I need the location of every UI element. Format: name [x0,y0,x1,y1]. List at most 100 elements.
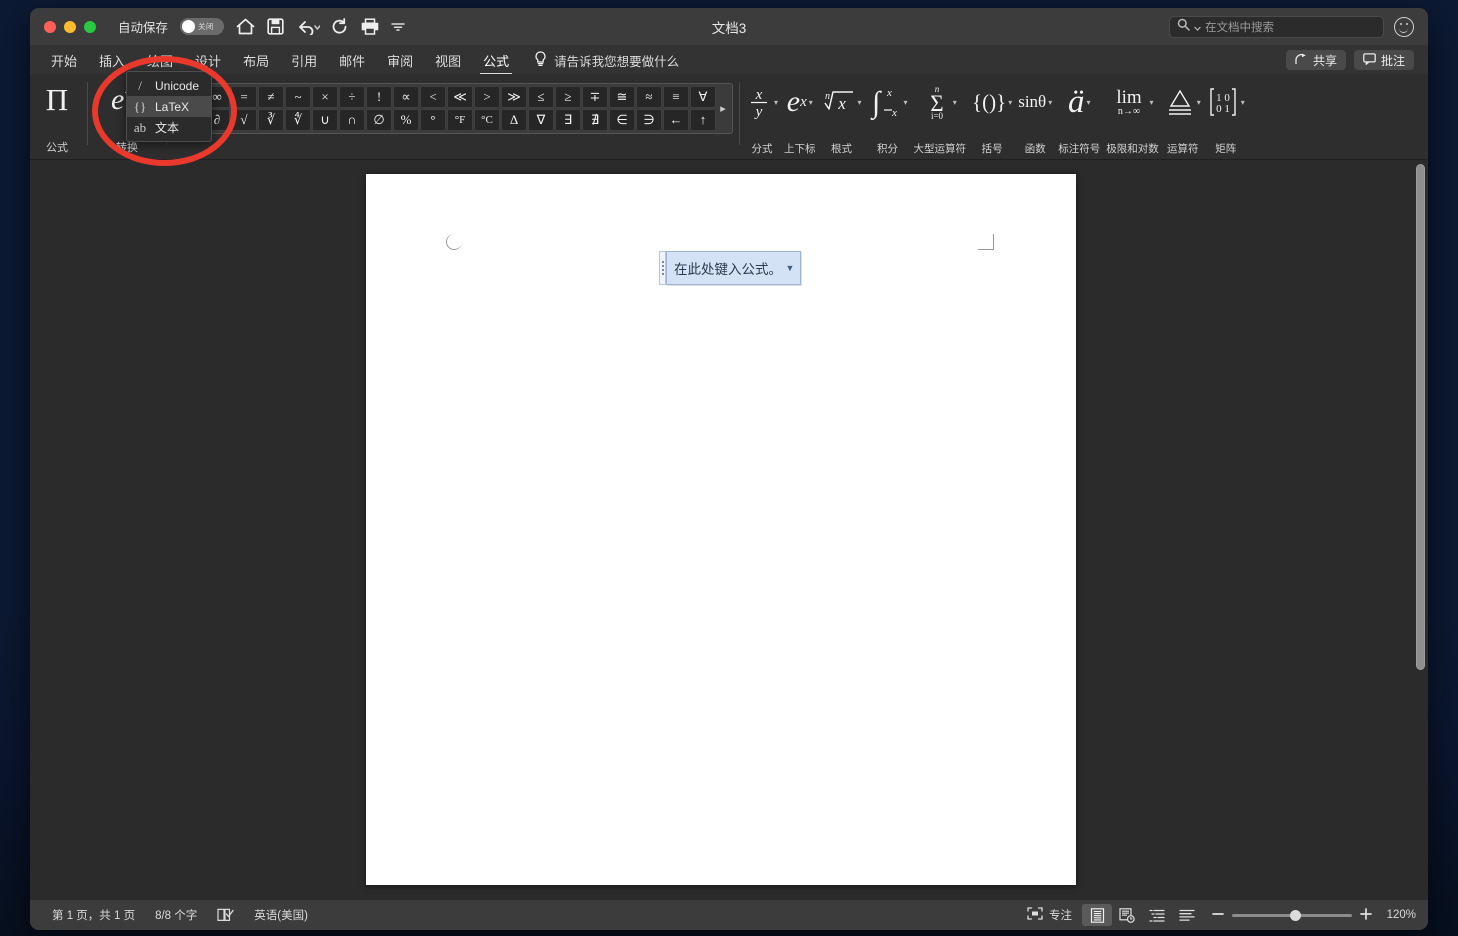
symbol-button[interactable]: ∅ [366,109,392,131]
tab-start[interactable]: 开始 [40,49,88,72]
customize-toolbar-icon[interactable] [391,22,405,32]
outline-icon[interactable] [1142,904,1172,926]
symbol-button[interactable]: ∛ [258,109,284,131]
menu-item-latex[interactable]: {} LaTeX [127,96,211,117]
zoom-slider-track[interactable] [1232,909,1352,921]
symbol-button[interactable]: ÷ [339,86,365,108]
ribbon-group-function[interactable]: sinθ ▾ 函数 [1015,74,1055,159]
proofing-icon[interactable] [207,908,244,922]
window-controls[interactable] [30,20,96,33]
equation-field[interactable]: 在此处键入公式。 ▼ [659,251,801,285]
document-canvas[interactable]: 在此处键入公式。 ▼ [30,160,1428,899]
minus-icon[interactable] [1212,908,1224,923]
symbol-button[interactable]: < [420,86,446,108]
ribbon-group-bracket[interactable]: {()} ▾ 括号 [969,74,1015,159]
operator-icon[interactable] [1165,85,1195,119]
menu-item-text[interactable]: ab 文本 [127,117,211,138]
bracket-dropdown-icon[interactable]: ▾ [1008,98,1012,107]
symbol-button[interactable]: ≡ [663,86,689,108]
home-icon[interactable] [236,18,255,35]
fraction-dropdown-icon[interactable]: ▾ [774,98,778,107]
symbol-button[interactable]: ∋ [636,109,662,131]
maximize-window-button[interactable] [84,20,96,33]
ribbon-group-integral[interactable]: ∫ x x ▾ 积分 [865,74,911,159]
large-operator-dropdown-icon[interactable]: ▾ [953,98,957,107]
integral-icon[interactable]: ∫ x x [868,84,902,120]
equation-placeholder-box[interactable]: 在此处键入公式。 ▼ [666,251,801,285]
symbol-button[interactable]: √ [231,109,257,131]
print-icon[interactable] [361,18,379,35]
tab-layout[interactable]: 布局 [232,49,280,72]
zoom-slider-thumb[interactable] [1290,909,1301,921]
share-button[interactable]: 共享 [1285,50,1346,70]
symbol-button[interactable]: ≤ [528,86,554,108]
integral-dropdown-icon[interactable]: ▾ [904,98,908,107]
radical-icon[interactable]: nx [822,87,856,117]
drag-handle-icon[interactable] [659,251,666,285]
tab-design[interactable]: 设计 [184,49,232,72]
symbol-button[interactable]: = [231,86,257,108]
accent-icon[interactable]: ä [1068,84,1085,121]
radical-dropdown-icon[interactable]: ▾ [858,98,862,107]
matrix-icon[interactable]: 1 00 1 [1207,85,1239,119]
matrix-dropdown-icon[interactable]: ▾ [1241,98,1245,107]
tab-review[interactable]: 审阅 [376,49,424,72]
symbol-button[interactable]: ∩ [339,109,365,131]
web-layout-icon[interactable] [1112,904,1142,926]
close-window-button[interactable] [44,20,56,33]
menu-item-unicode[interactable]: / Unicode [127,75,211,96]
tell-me-box[interactable]: 请告诉我您想要做什么 [534,50,679,70]
ribbon-group-accent[interactable]: ä ▾ 标注符号 [1055,74,1103,159]
symbol-button[interactable]: ≥ [555,86,581,108]
ribbon-group-limit-log[interactable]: lim n→∞ ▾ 极限和对数 [1103,74,1162,159]
symbol-button[interactable]: ∓ [582,86,608,108]
symbol-button[interactable]: ∝ [393,86,419,108]
print-layout-icon[interactable] [1082,904,1112,926]
symbol-button[interactable]: ~ [285,86,311,108]
symbol-button[interactable]: ≅ [609,86,635,108]
symbol-button[interactable]: ≠ [258,86,284,108]
pi-icon[interactable]: Π [46,77,68,123]
symbol-button[interactable]: ← [663,109,689,131]
function-icon[interactable]: sinθ [1018,92,1046,112]
ribbon-group-equation[interactable]: Π 公式 [30,74,84,159]
symbol-button[interactable]: ∄ [582,109,608,131]
script-icon[interactable]: ex [787,85,807,119]
script-dropdown-icon[interactable]: ▾ [809,98,813,107]
symbols-gallery[interactable]: ±∞=≠~×÷!∝<≪>≫≤≥∓≅≈≡∀⊂∂√∛∜∪∩∅%°°F°CΔ∇∃∄∈∋… [174,83,733,134]
chevron-right-icon[interactable]: ▸ [716,86,730,131]
document-page[interactable]: 在此处键入公式。 ▼ [366,174,1076,885]
fraction-icon[interactable]: xy [746,85,772,119]
smiley-icon[interactable] [1394,16,1414,37]
symbols-grid[interactable]: ±∞=≠~×÷!∝<≪>≫≤≥∓≅≈≡∀⊂∂√∛∜∪∩∅%°°F°CΔ∇∃∄∈∋… [177,86,716,131]
limit-log-icon[interactable]: lim n→∞ [1111,85,1147,119]
symbol-button[interactable]: ≫ [501,86,527,108]
ribbon-group-large-operator[interactable]: n Σi=0 ▾ 大型运算符 [911,74,970,159]
autosave-toggle[interactable]: 关闭 [180,18,225,35]
minimize-window-button[interactable] [64,20,76,33]
bracket-icon[interactable]: {()} [972,90,1006,115]
symbol-button[interactable]: ° [420,109,446,131]
convert-dropdown-menu[interactable]: / Unicode {} LaTeX ab 文本 [126,71,212,142]
search-input[interactable]: 在文档中搜索 [1169,15,1384,38]
word-count[interactable]: 8/8 个字 [145,907,207,923]
symbol-button[interactable]: ∃ [555,109,581,131]
ribbon-group-script[interactable]: ex ▾ 上下标 [781,74,819,159]
tab-mailings[interactable]: 邮件 [328,49,376,72]
plus-icon[interactable] [1360,907,1372,923]
function-dropdown-icon[interactable]: ▾ [1048,98,1052,107]
large-operator-icon[interactable]: n Σi=0 [923,83,951,121]
save-icon[interactable] [267,18,284,35]
draft-icon[interactable] [1172,904,1202,926]
ribbon-group-radical[interactable]: nx ▾ 根式 [819,74,865,159]
symbol-button[interactable]: °F [447,109,473,131]
zoom-level-label[interactable]: 120% [1382,909,1416,921]
redo-icon[interactable] [332,18,349,35]
symbol-button[interactable]: ! [366,86,392,108]
language-indicator[interactable]: 英语(美国) [244,907,318,923]
tab-references[interactable]: 引用 [280,49,328,72]
zoom-slider[interactable] [1202,907,1382,923]
tab-insert[interactable]: 插入 [88,49,136,72]
vertical-scrollbar[interactable] [1416,164,1425,670]
symbol-button[interactable]: ∈ [609,109,635,131]
